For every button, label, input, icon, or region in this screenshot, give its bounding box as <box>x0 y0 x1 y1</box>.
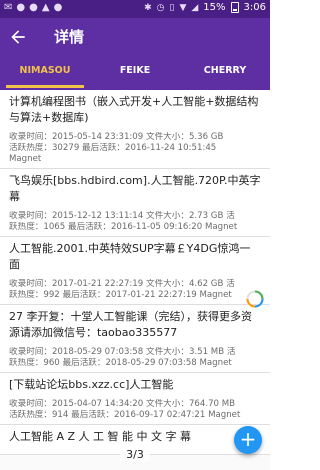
vibrate-icon: ▯ <box>169 2 175 13</box>
clock: 3:06 <box>243 2 266 13</box>
notification-b-icon: ● <box>16 2 26 13</box>
tab-nimasou[interactable]: NIMASOU <box>0 56 90 90</box>
status-bar: ✉ ● ● ▲ ● ✱ ◷ ▯ ▼ ◢ 15% 3:06 <box>0 0 270 18</box>
battery-icon <box>230 2 239 13</box>
arrow-left-icon[interactable] <box>8 27 28 47</box>
wifi-icon: ▼ <box>179 2 187 13</box>
list-item[interactable]: 人工智能.2001.中英特效SUP字幕￡Y4DG惊鸿一面 收录时间：2017-0… <box>0 237 270 305</box>
notification-e-icon: ● <box>53 2 63 13</box>
notification-icons: ✉ ● ● ▲ ● <box>4 2 62 13</box>
notification-c-icon: ● <box>29 2 38 13</box>
item-title: 27 李开复：十堂人工智能课（完结），获得更多资源请添加微信号：taobao33… <box>9 310 252 339</box>
status-right: ✱ ◷ ▯ ▼ ◢ 15% 3:06 <box>144 2 266 13</box>
alarm-icon: ◷ <box>156 2 165 13</box>
item-title: 计算机编程图书（嵌入式开发+人工智能+数据结构与算法+数据库) <box>9 95 259 124</box>
add-fab-button[interactable]: + <box>234 426 262 454</box>
item-title: 人工智能 A Z 人 工 智 能 中 文 字 幕 <box>9 430 192 443</box>
item-meta-line: 活跃热度：30279 最后活跃：2016-11-24 10:51:45 <box>9 143 217 153</box>
bluetooth-icon: ✱ <box>144 2 152 13</box>
tab-bar: NIMASOU FEIKE CHERRY <box>0 56 270 90</box>
item-meta-line: 跃热度：1065 最后活跃：2016-11-05 09:16:20 Magnet <box>9 222 238 232</box>
list-item[interactable]: 27 李开复：十堂人工智能课（完结），获得更多资源请添加微信号：taobao33… <box>0 305 270 373</box>
item-meta-line: 收录时间：2015-05-14 23:31:09 文件大小：5.36 GB <box>9 132 224 142</box>
item-meta-line: 跃热度：992 最后活跃：2017-01-21 22:27:19 Magnet <box>9 290 232 300</box>
tab-feike[interactable]: FEIKE <box>90 56 180 90</box>
item-meta-line: 活跃热度：914 最后活跃：2016-09-17 02:47:21 Magnet <box>9 410 241 420</box>
list-item[interactable]: 计算机编程图书（嵌入式开发+人工智能+数据结构与算法+数据库) 收录时间：201… <box>0 90 270 169</box>
result-list[interactable]: 计算机编程图书（嵌入式开发+人工智能+数据结构与算法+数据库) 收录时间：201… <box>0 90 270 470</box>
item-meta-line: 收录时间：2015-12-12 13:11:14 文件大小：2.73 GB 活 <box>9 211 235 221</box>
loading-spinner-icon <box>246 290 264 308</box>
item-meta-line: Magnet <box>9 154 42 164</box>
page-title: 详情 <box>54 28 85 46</box>
list-item[interactable]: [下载站论坛bbs.xzz.cc]人工智能 收录时间：2015-04-07 14… <box>0 373 270 425</box>
item-title: 人工智能.2001.中英特效SUP字幕￡Y4DG惊鸿一面 <box>9 242 251 271</box>
item-meta-line: 收录时间：2015-04-07 14:34:20 文件大小：764.70 MB <box>9 399 236 409</box>
app-bar: 详情 <box>0 18 270 56</box>
item-meta-line: 收录时间：2018-05-29 07:03:58 文件大小：3.51 MB 活 <box>9 347 236 357</box>
notification-a-icon: ✉ <box>4 2 13 13</box>
battery-percent: 15% <box>203 2 226 13</box>
list-item[interactable]: 飞鸟娱乐[bbs.hdbird.com].人工智能.720P.中英字幕 收录时间… <box>0 169 270 237</box>
page-indicator: 3/3 <box>120 448 150 461</box>
signal-icon: ◢ <box>191 2 199 13</box>
item-meta-line: 收录时间：2017-01-21 22:27:19 文件大小：4.62 GB 活 <box>9 279 235 289</box>
item-title: 飞鸟娱乐[bbs.hdbird.com].人工智能.720P.中英字幕 <box>9 174 261 203</box>
item-meta-line: 跃热度：960 最后活跃：2018-05-29 07:03:58 Magnet <box>9 358 232 368</box>
tab-cherry[interactable]: CHERRY <box>180 56 270 90</box>
item-title: [下载站论坛bbs.xzz.cc]人工智能 <box>9 378 174 391</box>
notification-d-icon: ▲ <box>41 2 50 13</box>
